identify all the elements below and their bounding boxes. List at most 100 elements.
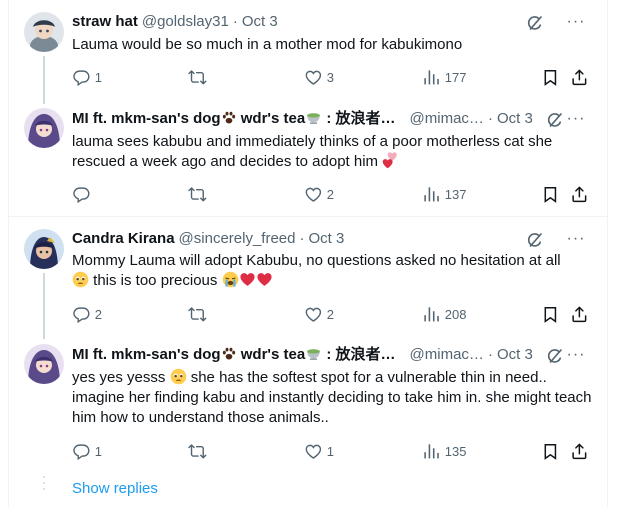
like-button[interactable]: 3 [304,67,334,87]
views-icon [422,305,441,324]
action-bar: 1 1 135 [72,441,592,461]
retweet-icon [188,305,207,324]
view-count: 177 [444,69,467,85]
views-button[interactable]: 135 [422,441,466,461]
like-icon [304,185,323,204]
more-icon[interactable]: ··· [566,345,586,365]
display-name-text: MI ft. mkm-san's dog [72,110,221,127]
tweet-header: MI ft. mkm-san's dog wdr's tea : 放浪者… @m… [72,109,592,129]
tweet-header: MI ft. mkm-san's dog wdr's tea : 放浪者… @m… [72,345,592,365]
show-replies-link[interactable]: Show replies [72,480,158,497]
views-button[interactable]: 137 [422,184,466,204]
separator-dot: · [487,110,493,127]
tweet-text-body-2: this is too precious [89,272,222,289]
avatar[interactable] [24,108,64,148]
like-button[interactable]: 1 [304,441,334,461]
tweet[interactable]: straw hat @goldslay31 · Oct 3 ··· Lauma … [8,0,608,104]
display-name[interactable]: straw hat [72,12,138,32]
like-icon [304,68,323,87]
bookmark-icon [541,442,560,461]
like-icon [304,442,323,461]
display-name[interactable]: Candra Kirana [72,229,175,249]
retweet-icon [188,442,207,461]
retweet-button[interactable] [188,184,211,204]
reply-icon [72,442,91,461]
reply-icon [72,68,91,87]
views-icon [422,68,441,87]
separator-dot: · [232,13,238,30]
display-name[interactable]: MI ft. mkm-san's dog wdr's tea : 放浪者… [72,109,396,129]
tweet-text: Mommy Lauma will adopt Kabubu, no questi… [72,251,592,291]
tweet-text: lauma sees kabubu and immediately thinks… [72,132,592,172]
share-icon [570,442,589,461]
more-icon[interactable]: ··· [566,109,586,129]
display-name-suffix: wdr's tea [236,110,306,127]
bookmark-button[interactable] [541,304,560,324]
separator-dot: · [487,346,493,363]
action-bar: 2 2 208 [72,304,592,324]
grok-icon[interactable] [526,231,544,249]
tweet-text-body: yes yes yesss [72,369,166,386]
heart-emoji [256,271,273,288]
display-name-text: MI ft. mkm-san's dog [72,346,221,363]
thread-line [43,56,45,104]
paw-icon [221,346,237,362]
avatar[interactable] [24,344,64,384]
reply-button[interactable]: 2 [72,304,102,324]
display-name[interactable]: MI ft. mkm-san's dog wdr's tea : 放浪者… [72,345,396,365]
user-handle[interactable]: @sincerely_freed [179,229,296,249]
share-button[interactable] [570,184,589,204]
thread-more-dots [42,476,46,494]
tweet-date[interactable]: Oct 3 [242,12,278,32]
avatar[interactable] [24,12,64,52]
grok-icon[interactable] [546,111,564,129]
like-count: 3 [326,69,334,85]
bookmark-icon [541,185,560,204]
bookmark-icon [541,305,560,324]
tweet-date[interactable]: Oct 3 [309,229,345,249]
user-handle[interactable]: @mimac… [410,345,484,365]
tweet-date[interactable]: Oct 3 [497,109,533,129]
display-name-suffix2: : 放浪者… [322,346,396,363]
views-button[interactable]: 208 [422,304,466,324]
reply-button[interactable]: 1 [72,67,102,87]
like-icon [304,305,323,324]
bookmark-button[interactable] [541,184,560,204]
retweet-button[interactable] [188,304,211,324]
views-button[interactable]: 177 [422,67,466,87]
thread-line [43,273,45,339]
tweet[interactable]: MI ft. mkm-san's dog wdr's tea : 放浪者… @m… [8,336,608,476]
like-button[interactable]: 2 [304,184,334,204]
view-count: 135 [444,443,467,459]
reply-button[interactable]: 1 [72,441,102,461]
like-button[interactable]: 2 [304,304,334,324]
two-hearts-emoji [382,152,399,169]
grok-icon[interactable] [526,14,544,32]
retweet-button[interactable] [188,441,211,461]
tweet[interactable]: Candra Kirana @sincerely_freed · Oct 3 ·… [8,217,608,339]
display-name-suffix: wdr's tea [236,346,306,363]
share-button[interactable] [570,441,589,461]
user-handle[interactable]: @goldslay31 [142,12,229,32]
share-icon [570,185,589,204]
tweet[interactable]: MI ft. mkm-san's dog wdr's tea : 放浪者… @m… [8,100,608,216]
reply-icon [72,305,91,324]
share-icon [570,305,589,324]
grok-icon[interactable] [546,347,564,365]
share-button[interactable] [570,304,589,324]
retweet-button[interactable] [188,67,211,87]
action-bar: 1 3 177 [72,67,592,87]
share-button[interactable] [570,67,589,87]
tweet-date[interactable]: Oct 3 [497,345,533,365]
more-icon[interactable]: ··· [566,12,586,32]
bookmark-button[interactable] [541,441,560,461]
bookmark-icon [541,68,560,87]
avatar[interactable] [24,229,64,269]
more-icon[interactable]: ··· [566,229,586,249]
reply-button[interactable] [72,184,95,204]
user-handle[interactable]: @mimac… [410,109,484,129]
paw-icon [221,110,237,126]
reply-count: 1 [94,443,102,459]
bookmark-button[interactable] [541,67,560,87]
separator-dot: · [299,230,305,247]
